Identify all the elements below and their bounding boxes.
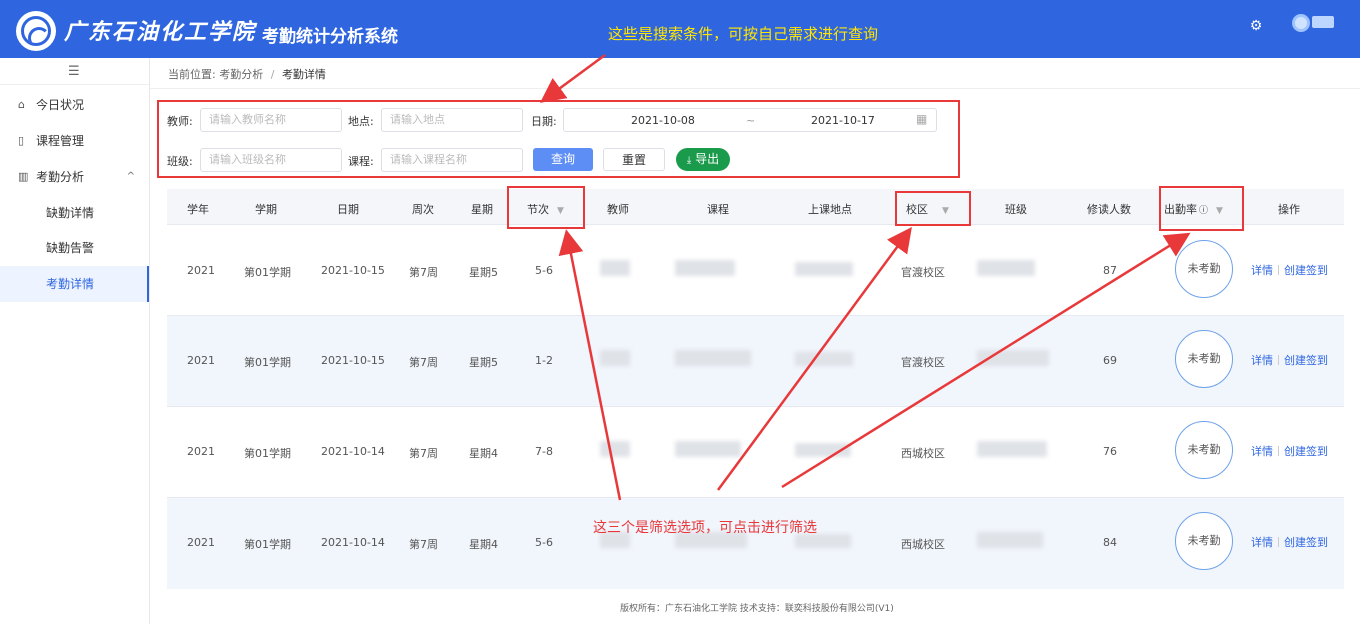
filter-annotation: 这三个是筛选选项，可点击进行筛选 — [593, 520, 817, 536]
footer-copyright: 版权所有：广东石油化工学院 技术支持：联奕科技股份有限公司(V1) — [620, 604, 894, 614]
